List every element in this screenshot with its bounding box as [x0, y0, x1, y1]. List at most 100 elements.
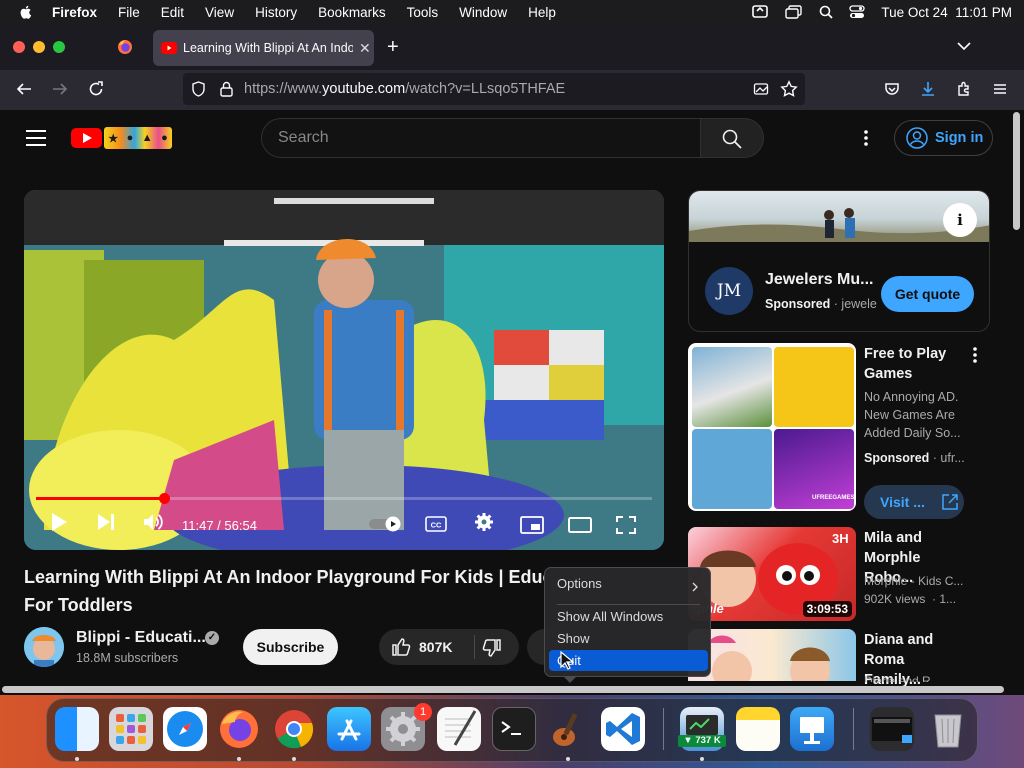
settings-gear-icon[interactable] — [474, 512, 494, 532]
sign-in-button[interactable]: Sign in — [894, 120, 993, 156]
new-tab-button[interactable]: + — [387, 37, 399, 57]
window-switch-icon[interactable] — [785, 4, 803, 20]
menu-file[interactable]: File — [118, 5, 140, 20]
game-tile-racing — [692, 347, 772, 427]
miniplayer-icon[interactable] — [520, 516, 544, 534]
context-menu-pointer — [563, 676, 577, 683]
minimize-window-button[interactable] — [33, 41, 45, 53]
browser-tab-bar: Learning With Blippi At An Indoor Playgr… — [0, 24, 1024, 70]
svg-text:CC: CC — [431, 521, 442, 530]
trash-icon[interactable] — [926, 707, 970, 751]
menu-item-options[interactable]: Options — [549, 573, 708, 594]
scrubber-handle[interactable] — [158, 493, 170, 504]
guide-menu-icon[interactable] — [26, 130, 46, 146]
youtube-doodle-logo[interactable]: ★ ● ▲ ● — [104, 127, 172, 149]
subscribe-button[interactable]: Subscribe — [243, 629, 338, 665]
settings-kebab-icon[interactable] — [864, 130, 868, 146]
next-video-icon[interactable] — [96, 512, 116, 532]
control-center-icon[interactable] — [849, 5, 866, 19]
menu-app-name[interactable]: Firefox — [52, 5, 97, 20]
video-progress-bar[interactable] — [36, 493, 652, 504]
thumbs-down-icon[interactable] — [482, 638, 502, 658]
bookmark-star-icon[interactable] — [780, 80, 798, 98]
finder-icon[interactable] — [55, 707, 99, 751]
channel-avatar[interactable] — [24, 627, 64, 667]
permissions-icon[interactable] — [753, 81, 769, 97]
keynote-icon[interactable] — [790, 707, 834, 751]
promo-more-icon[interactable] — [973, 347, 977, 363]
pocket-icon[interactable] — [884, 81, 900, 97]
firefox-view-icon[interactable] — [117, 39, 133, 55]
horizontal-scrollbar[interactable] — [2, 686, 1004, 693]
autoplay-toggle-icon[interactable] — [368, 516, 404, 532]
back-arrow-icon[interactable] — [16, 81, 32, 97]
menu-item-show[interactable]: Show — [549, 628, 708, 649]
fullscreen-icon[interactable] — [616, 516, 636, 534]
lock-icon[interactable] — [220, 81, 233, 97]
chevron-down-icon[interactable] — [957, 41, 971, 51]
menu-edit[interactable]: Edit — [161, 5, 184, 20]
vscode-icon[interactable] — [601, 707, 645, 751]
menu-item-show-all-windows[interactable]: Show All Windows — [549, 606, 708, 627]
screen-mirroring-icon[interactable] — [751, 4, 769, 20]
vertical-scrollbar[interactable] — [1013, 112, 1020, 230]
youtube-logo-icon[interactable] — [71, 128, 102, 148]
menu-view[interactable]: View — [205, 5, 234, 20]
close-tab-icon[interactable]: ✕ — [359, 40, 371, 57]
menu-window[interactable]: Window — [459, 5, 507, 20]
textedit-icon[interactable] — [437, 707, 481, 751]
menu-help[interactable]: Help — [528, 5, 556, 20]
active-tab[interactable]: Learning With Blippi At An Indoor Playgr… — [153, 30, 374, 66]
tracking-protection-shield-icon[interactable] — [191, 81, 206, 97]
sponsored-ad-card[interactable]: i JM Jewelers Mu... Sponsored · jewele G… — [688, 190, 990, 332]
spotlight-search-icon[interactable] — [819, 5, 834, 19]
hamburger-menu-icon[interactable] — [992, 81, 1008, 97]
related-channel[interactable]: Morphle - Kids C... — [864, 572, 964, 590]
video-player[interactable]: 11:47 / 56:54 CC — [24, 190, 664, 550]
menu-bookmarks[interactable]: Bookmarks — [318, 5, 386, 20]
related-thumbnail[interactable]: 3H rphle 3:09:53 — [688, 527, 856, 621]
menu-tools[interactable]: Tools — [407, 5, 439, 20]
downloads-icon[interactable] — [920, 81, 936, 97]
search-button[interactable] — [700, 118, 764, 158]
launchpad-icon[interactable] — [109, 707, 153, 751]
related-channel[interactable]: Diana and R... — [864, 674, 964, 682]
extensions-icon[interactable] — [956, 81, 972, 97]
promo-title[interactable]: Free to Play Games — [864, 344, 946, 384]
forward-arrow-icon[interactable] — [52, 81, 68, 97]
theater-mode-icon[interactable] — [568, 517, 592, 533]
play-icon[interactable] — [50, 512, 68, 532]
url-bar[interactable]: https://www.youtube.com/watch?v=LLsqo5TH… — [183, 73, 805, 105]
volume-icon[interactable] — [142, 512, 164, 532]
ad-info-button[interactable]: i — [943, 203, 977, 237]
channel-name[interactable]: Blippi - Educati... — [76, 629, 206, 647]
apple-icon[interactable] — [18, 4, 34, 20]
like-divider — [474, 635, 475, 659]
like-count[interactable]: 807K — [419, 639, 452, 655]
dock-separator — [663, 708, 664, 750]
like-dislike-bar: 807K — [379, 629, 519, 665]
menu-history[interactable]: History — [255, 5, 297, 20]
close-window-button[interactable] — [13, 41, 25, 53]
running-indicator — [700, 757, 704, 761]
terminal-icon[interactable] — [492, 707, 536, 751]
recent-window-thumbnail[interactable] — [870, 707, 914, 751]
search-input[interactable]: Search — [261, 118, 701, 158]
app-store-icon[interactable] — [327, 707, 371, 751]
thumbs-up-icon[interactable] — [391, 637, 411, 657]
menubar-clock[interactable]: Tue Oct 24 11:01 PM — [881, 5, 1012, 20]
safari-icon[interactable] — [163, 707, 207, 751]
firefox-dock-icon[interactable] — [217, 707, 261, 751]
reload-icon[interactable] — [88, 81, 104, 97]
zoom-window-button[interactable] — [53, 41, 65, 53]
youtube-header: ★ ● ▲ ● Search Sign in — [0, 110, 1024, 168]
notes-icon[interactable] — [736, 707, 780, 751]
get-quote-button[interactable]: Get quote — [881, 276, 974, 312]
promo-thumbnail[interactable]: UFREEGAMES — [688, 343, 856, 511]
verified-check-icon: ✓ — [205, 631, 219, 645]
chrome-icon[interactable] — [272, 707, 316, 751]
garageband-icon[interactable] — [546, 707, 590, 751]
visit-site-button[interactable]: Visit ... — [864, 485, 964, 519]
related-thumbnail[interactable] — [688, 629, 856, 681]
subtitles-icon[interactable]: CC — [425, 516, 447, 532]
